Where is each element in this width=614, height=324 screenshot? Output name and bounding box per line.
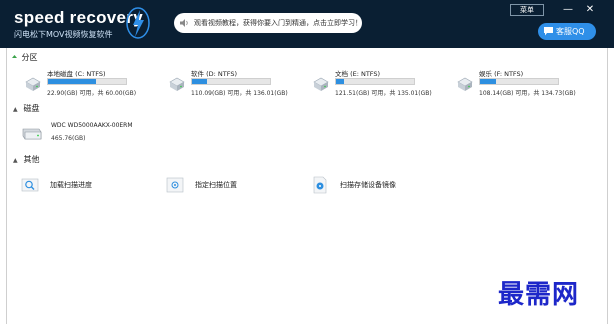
usage-bar	[479, 78, 559, 85]
disk-size: 465.76(GB)	[51, 135, 86, 142]
partition-label: 本地磁盘 (C: NTFS)	[47, 70, 106, 78]
specify-scan-location-button[interactable]: 指定扫描位置	[166, 176, 296, 196]
scan-storage-image-button[interactable]: 扫描存储设备镜像	[311, 176, 451, 196]
load-scan-progress-button[interactable]: 加载扫描进度	[21, 176, 151, 196]
section-other[interactable]: ▲ 其他	[13, 154, 40, 166]
hard-disk-icon	[22, 128, 42, 140]
partition-item-d[interactable]: 软件 (D: NTFS) 110.09(GB) 可用，共 136.01(GB)	[167, 68, 288, 108]
drive-icon	[25, 77, 41, 91]
speaker-icon	[180, 19, 188, 27]
collapse-arrow-icon: ▲	[13, 106, 18, 113]
app-subtitle: 闪电松下MOV视频恢复软件	[14, 30, 113, 39]
drive-icon	[313, 77, 329, 91]
notice-bar[interactable]: 观看视频教程，获得你要入门到精通，点击立即学习！	[174, 13, 362, 33]
section-disks[interactable]: ▲ 磁盘	[13, 103, 40, 115]
drive-icon	[169, 77, 185, 91]
service-qq-button[interactable]: 客服QQ	[538, 23, 596, 40]
partition-capacity: 121.51(GB) 可用，共 135.01(GB)	[335, 90, 432, 97]
app-title: speed recovery	[14, 8, 143, 27]
partition-item-f[interactable]: 娱乐 (F: NTFS) 108.14(GB) 可用，共 134.73(GB)	[455, 68, 576, 108]
target-location-icon	[166, 177, 184, 193]
title-bar: speed recovery 闪电松下MOV视频恢复软件 观看视频教程，获得你要…	[0, 0, 614, 48]
notice-text: 观看视频教程，获得你要入门到精通，点击立即学习！	[194, 19, 362, 27]
drive-icon	[457, 77, 473, 91]
usage-fill	[336, 79, 344, 84]
partition-label: 文档 (E: NTFS)	[335, 70, 381, 78]
usage-bar	[335, 78, 415, 85]
magnifier-icon	[21, 178, 39, 192]
usage-fill	[192, 79, 207, 84]
tool-label: 扫描存储设备镜像	[340, 181, 396, 189]
usage-bar	[191, 78, 271, 85]
lightning-logo-icon	[126, 7, 150, 39]
partition-item-c[interactable]: 本地磁盘 (C: NTFS) 22.90(GB) 可用，共 60.00(GB)	[23, 68, 143, 108]
service-label: 客服QQ	[556, 27, 585, 36]
menu-label: 菜单	[520, 6, 534, 14]
partition-item-e[interactable]: 文档 (E: NTFS) 121.51(GB) 可用，共 135.01(GB)	[311, 68, 432, 108]
watermark-text: 最需网	[498, 280, 580, 310]
section-disks-label: 磁盘	[23, 104, 40, 113]
refresh-icon	[12, 55, 17, 58]
partition-capacity: 108.14(GB) 可用，共 134.73(GB)	[479, 90, 576, 97]
disk-name: WDC WD5000AAKX-00ERM	[51, 122, 133, 129]
section-other-label: 其他	[23, 155, 40, 164]
disk-image-icon	[313, 176, 327, 194]
minimize-button[interactable]: —	[561, 3, 575, 17]
tool-label: 加载扫描进度	[50, 181, 92, 189]
usage-fill	[48, 79, 97, 84]
close-button[interactable]: ✕	[583, 3, 597, 17]
usage-bar	[47, 78, 127, 85]
partition-label: 软件 (D: NTFS)	[191, 70, 237, 78]
menu-button[interactable]: 菜单	[510, 4, 544, 16]
tool-label: 指定扫描位置	[195, 181, 237, 189]
partition-capacity: 110.09(GB) 可用，共 136.01(GB)	[191, 90, 288, 97]
disk-item[interactable]: WDC WD5000AAKX-00ERM 465.76(GB)	[21, 120, 161, 150]
app-logo: speed recovery 闪电松下MOV视频恢复软件	[14, 8, 143, 40]
partition-capacity: 22.90(GB) 可用，共 60.00(GB)	[47, 90, 137, 97]
usage-fill	[480, 79, 496, 84]
collapse-arrow-icon: ▲	[13, 157, 18, 164]
chat-bubble-icon	[544, 27, 553, 36]
section-partitions-label: 分区	[21, 53, 38, 62]
partition-label: 娱乐 (F: NTFS)	[479, 70, 524, 78]
section-partitions[interactable]: 分区	[11, 52, 38, 64]
